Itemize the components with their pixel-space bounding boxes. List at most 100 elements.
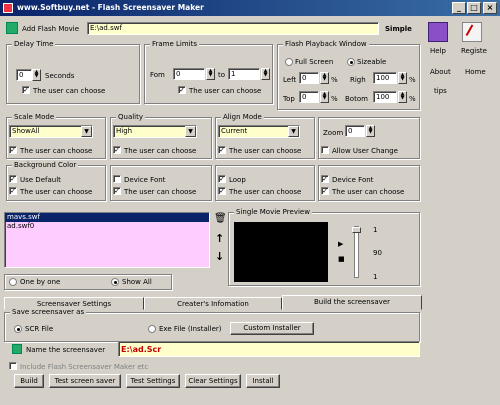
chevron-down-icon[interactable]: ▼ bbox=[185, 126, 196, 137]
register-label[interactable]: Registe bbox=[461, 47, 487, 55]
loop-user-checkbox[interactable]: ✓ bbox=[218, 187, 226, 195]
quality-value: High bbox=[116, 127, 133, 135]
minimize-button[interactable]: _ bbox=[452, 2, 466, 14]
align-mode-select[interactable]: Current ▼ bbox=[218, 125, 300, 138]
screensaver-name-field[interactable]: E:\ad.Scr bbox=[118, 341, 420, 357]
left-spinner[interactable]: ▲ ▼ bbox=[320, 72, 329, 84]
bg-user-label: The user can choose bbox=[20, 188, 93, 196]
test-screensaver-button[interactable]: Test screen saver bbox=[49, 374, 121, 388]
mode-label[interactable]: Simple bbox=[385, 25, 412, 33]
preview-title: Single Movie Preview bbox=[234, 208, 312, 216]
show-all-radio[interactable] bbox=[111, 278, 119, 286]
sizeable-label: Sizeable bbox=[357, 58, 387, 66]
help-book-icon[interactable] bbox=[428, 22, 448, 42]
device-font-checkbox-2[interactable]: ✓ bbox=[321, 175, 329, 183]
volume-thumb[interactable] bbox=[352, 227, 361, 233]
include-label: Include Flash Screensaver Maker etc bbox=[20, 363, 149, 371]
movie-list-item[interactable]: ad.swf0 bbox=[5, 222, 209, 231]
tips-label[interactable]: tips bbox=[434, 87, 447, 95]
quality-user-checkbox[interactable]: ✓ bbox=[113, 146, 121, 154]
install-button[interactable]: Install bbox=[246, 374, 280, 388]
movie-path-field[interactable]: E:\ad.swf bbox=[87, 22, 379, 35]
play-icon[interactable]: ▶ bbox=[338, 240, 343, 248]
allow-change-checkbox[interactable] bbox=[321, 146, 329, 154]
bottom-input[interactable]: 100 bbox=[373, 91, 397, 103]
zoom-label: Zoom bbox=[323, 129, 344, 137]
volume-slider[interactable] bbox=[354, 226, 359, 278]
right-spinner[interactable]: ▲ ▼ bbox=[398, 72, 407, 84]
seconds-label: Seconds bbox=[45, 72, 75, 80]
to-input[interactable]: 1 bbox=[228, 68, 260, 80]
scale-mode-title: Scale Mode bbox=[12, 113, 57, 121]
movie-list-item[interactable]: mavs.swf bbox=[5, 213, 209, 222]
bottom-pct: % bbox=[409, 95, 416, 103]
align-user-checkbox[interactable]: ✓ bbox=[218, 146, 226, 154]
loop-checkbox[interactable]: ✓ bbox=[218, 175, 226, 183]
tab-creater-information[interactable]: Creater's Infomation bbox=[144, 297, 282, 310]
one-by-one-radio[interactable] bbox=[9, 278, 17, 286]
top-input[interactable]: 0 bbox=[299, 91, 319, 103]
title-bar[interactable]: www.Softbuy.net - Flash Screensaver Make… bbox=[0, 0, 500, 16]
delay-user-label: The user can choose bbox=[33, 87, 106, 95]
use-default-checkbox[interactable]: ✓ bbox=[9, 175, 17, 183]
top-pct: % bbox=[331, 95, 338, 103]
include-checkbox[interactable] bbox=[9, 362, 17, 370]
tab-build-screensaver[interactable]: Build the screensaver bbox=[282, 295, 422, 310]
home-label[interactable]: Home bbox=[465, 68, 486, 76]
delay-input[interactable]: 0 bbox=[16, 69, 32, 81]
movie-preview bbox=[234, 222, 328, 282]
frame-user-label: The user can choose bbox=[189, 87, 262, 95]
zoom-spinner[interactable]: ▲ ▼ bbox=[366, 125, 375, 137]
chevron-down-icon[interactable]: ▼ bbox=[81, 126, 92, 137]
zoom-input[interactable]: 0 bbox=[345, 125, 365, 137]
chevron-down-icon[interactable]: ▼ bbox=[288, 126, 299, 137]
right-label: Righ bbox=[350, 76, 366, 84]
exe-file-radio[interactable] bbox=[148, 325, 156, 333]
build-button[interactable]: Build bbox=[14, 374, 44, 388]
full-screen-radio[interactable] bbox=[285, 58, 293, 66]
bottom-spinner[interactable]: ▲ ▼ bbox=[398, 91, 407, 103]
scale-mode-select[interactable]: ShowAll ▼ bbox=[9, 125, 93, 138]
frame-limits-title: Frame Limits bbox=[150, 40, 200, 48]
to-label: to bbox=[218, 71, 226, 79]
test-settings-button[interactable]: Test Settings bbox=[126, 374, 180, 388]
bg-user-checkbox[interactable]: ✓ bbox=[9, 187, 17, 195]
clear-settings-button[interactable]: Clear Settings bbox=[185, 374, 241, 388]
device-font-checkbox-1[interactable] bbox=[113, 175, 121, 183]
help-label[interactable]: Help bbox=[430, 47, 446, 55]
sizeable-radio[interactable] bbox=[347, 58, 355, 66]
custom-installer-button[interactable]: Custom Installer bbox=[230, 322, 314, 335]
add-flash-movie-label[interactable]: Add Flash Movie bbox=[22, 25, 79, 33]
maximize-button[interactable]: □ bbox=[467, 2, 481, 14]
top-spinner[interactable]: ▲ ▼ bbox=[320, 91, 329, 103]
delay-spinner[interactable]: ▲ ▼ bbox=[32, 69, 41, 81]
device-font-user-label-1: The user can choose bbox=[124, 188, 197, 196]
loop-label: Loop bbox=[229, 176, 246, 184]
delete-icon[interactable]: 🗑 bbox=[214, 213, 227, 224]
frame-user-checkbox[interactable]: ✓ bbox=[178, 86, 186, 94]
right-input[interactable]: 100 bbox=[373, 72, 397, 84]
scale-user-checkbox[interactable]: ✓ bbox=[9, 146, 17, 154]
device-font-user-checkbox-2[interactable]: ✓ bbox=[321, 187, 329, 195]
to-spinner[interactable]: ▲ ▼ bbox=[261, 68, 270, 80]
about-label[interactable]: About bbox=[430, 68, 451, 76]
name-screensaver-label: Name the screensaver bbox=[26, 346, 106, 354]
delay-user-checkbox[interactable]: ✓ bbox=[22, 86, 30, 94]
volume-tick-top: 1 bbox=[373, 226, 378, 234]
close-button[interactable]: × bbox=[483, 2, 497, 14]
left-input[interactable]: 0 bbox=[299, 72, 319, 84]
quality-select[interactable]: High ▼ bbox=[113, 125, 197, 138]
full-screen-label: Full Screen bbox=[295, 58, 334, 66]
scr-file-radio[interactable] bbox=[14, 325, 22, 333]
register-icon[interactable] bbox=[462, 22, 482, 42]
move-up-icon[interactable]: ↑ bbox=[215, 232, 224, 245]
from-input[interactable]: 0 bbox=[173, 68, 205, 80]
top-label: Top bbox=[283, 95, 295, 103]
show-all-label: Show All bbox=[122, 278, 152, 286]
from-spinner[interactable]: ▲ ▼ bbox=[206, 68, 215, 80]
device-font-user-checkbox-1[interactable]: ✓ bbox=[113, 187, 121, 195]
movie-list[interactable]: mavs.swf ad.swf0 bbox=[4, 212, 210, 268]
move-down-icon[interactable]: ↓ bbox=[215, 250, 224, 263]
stop-icon[interactable]: ■ bbox=[338, 255, 345, 263]
add-movie-icon[interactable] bbox=[6, 22, 18, 34]
